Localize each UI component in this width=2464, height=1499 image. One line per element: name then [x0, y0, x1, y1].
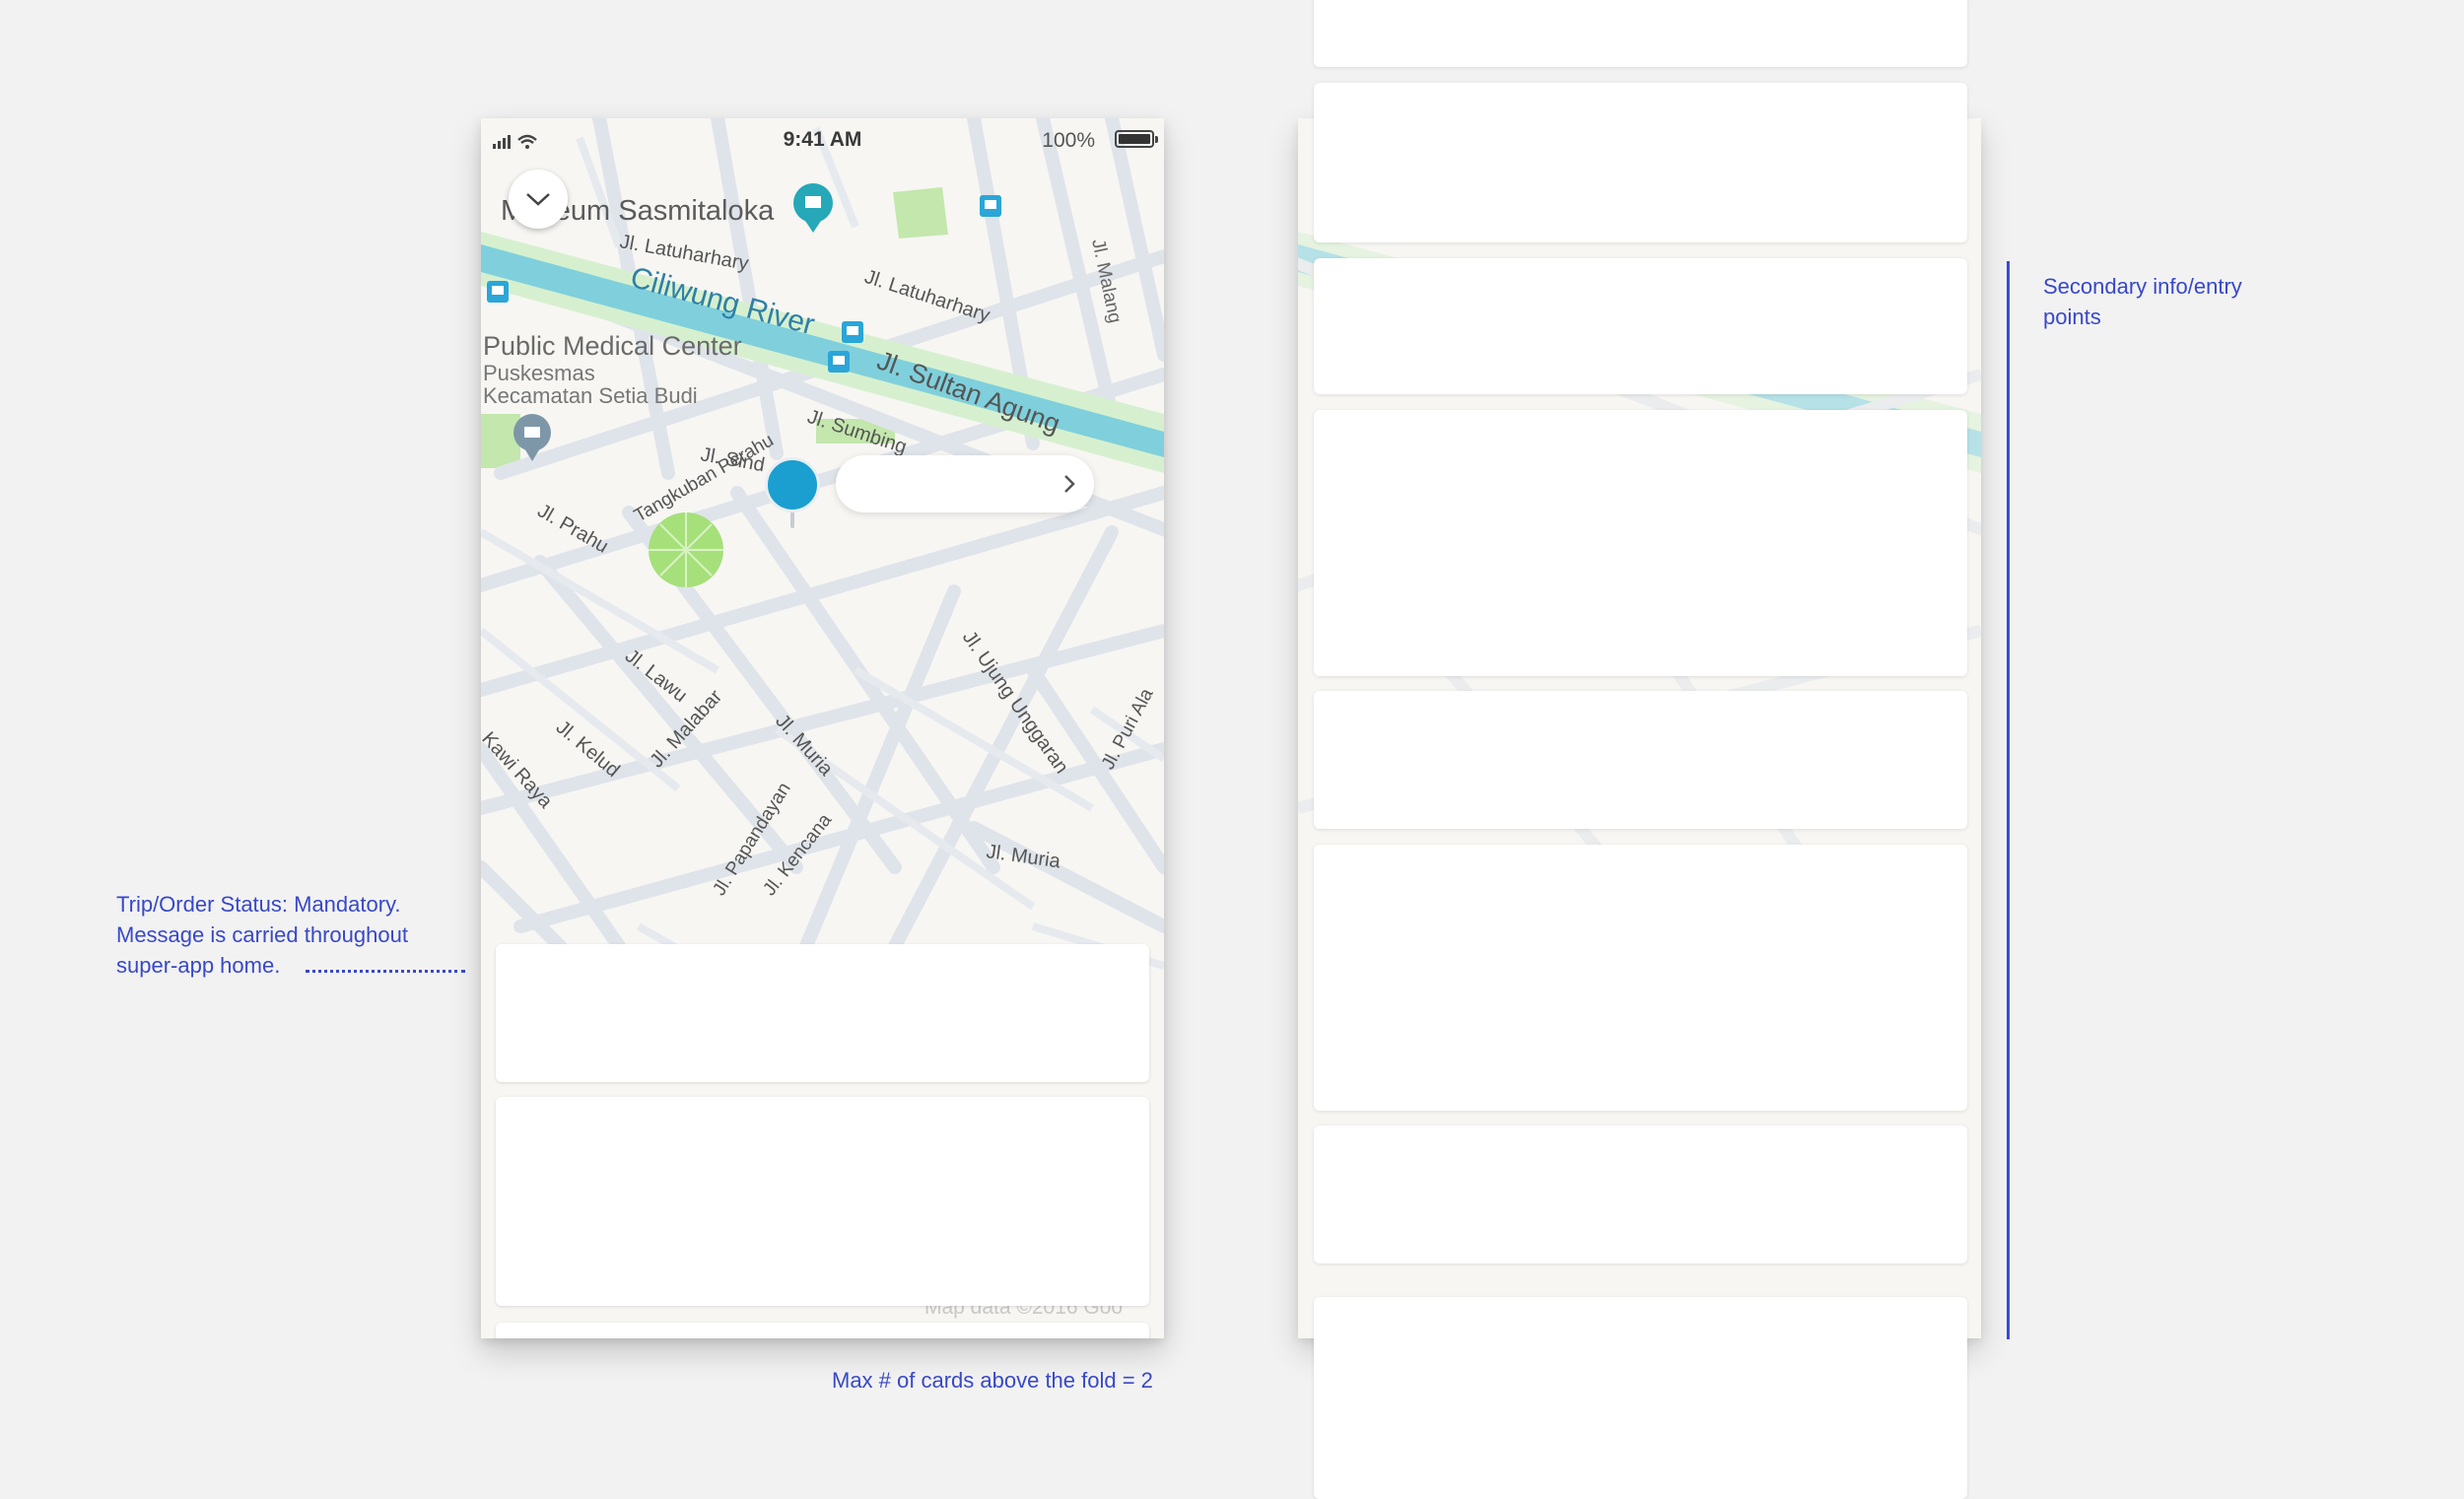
stacked-card[interactable]	[1314, 1125, 1967, 1263]
stacked-card[interactable]	[1314, 845, 1967, 1111]
status-bar: 9:41 AM 100%	[481, 118, 1164, 160]
location-pin-tail	[790, 511, 794, 528]
bus-stop-icon	[487, 281, 509, 303]
annotation-max-cards: Max # of cards above the fold = 2	[832, 1368, 1153, 1393]
stacked-card[interactable]	[1314, 1297, 1967, 1499]
map-label-puskesmas: Puskesmas	[483, 361, 595, 385]
content-card[interactable]	[496, 1097, 1149, 1306]
collapse-button[interactable]	[509, 170, 568, 229]
annotation-bracket-line	[2007, 261, 2010, 1339]
stacked-card[interactable]	[1314, 83, 1967, 242]
content-card-peek[interactable]	[496, 1323, 1149, 1338]
battery-icon	[1115, 130, 1158, 148]
map-label-puskesmas-2: Kecamatan Setia Budi	[483, 383, 698, 408]
phone-screen-home: Museum Sasmitaloka Ciliwung River Public…	[481, 118, 1164, 1338]
annotation-leader-dots	[306, 970, 465, 973]
stacked-card[interactable]	[1314, 410, 1967, 676]
bus-stop-icon	[828, 351, 850, 373]
annotation-line: super-app home.	[116, 953, 281, 978]
bus-stop-icon	[980, 195, 1001, 217]
map-label-medical-center: Public Medical Center	[483, 331, 742, 361]
stacked-card[interactable]	[1314, 258, 1967, 394]
park-area	[481, 414, 520, 468]
battery-percent: 100%	[1042, 129, 1095, 152]
park-area	[893, 187, 948, 238]
chevron-right-icon	[1064, 475, 1075, 493]
location-pin-icon[interactable]	[765, 457, 820, 512]
bus-stop-icon	[842, 321, 863, 343]
annotation-trip-status: Trip/Order Status: Mandatory. Message is…	[116, 889, 471, 981]
annotation-secondary-info: Secondary info/entry points	[2043, 271, 2299, 332]
annotation-line: Secondary info/entry	[2043, 274, 2242, 299]
annotation-line: Message is carried throughout	[116, 922, 408, 947]
trip-status-pill[interactable]	[836, 455, 1094, 512]
annotation-line: Trip/Order Status: Mandatory.	[116, 892, 401, 917]
stacked-card[interactable]	[1314, 0, 1967, 67]
stacked-card[interactable]	[1314, 691, 1967, 829]
annotation-line: points	[2043, 305, 2101, 329]
chevron-down-icon	[526, 193, 550, 206]
trip-status-card[interactable]	[496, 944, 1149, 1082]
